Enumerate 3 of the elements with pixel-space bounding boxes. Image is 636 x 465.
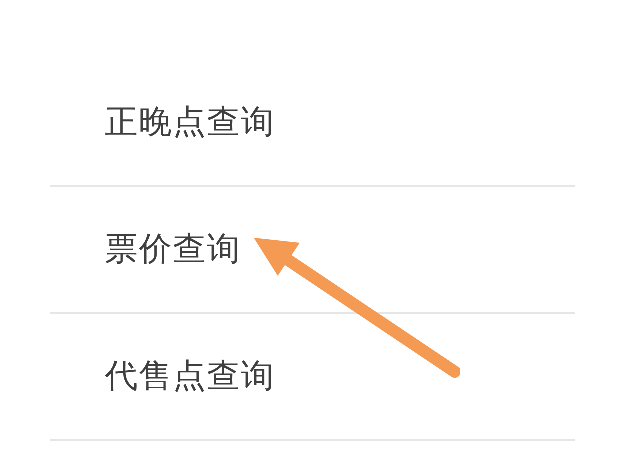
menu-item[interactable]: 票价查询 <box>105 227 241 272</box>
menu-item[interactable]: 代售点查询 <box>105 354 275 399</box>
menu-item[interactable]: 正晚点查询 <box>105 100 275 145</box>
